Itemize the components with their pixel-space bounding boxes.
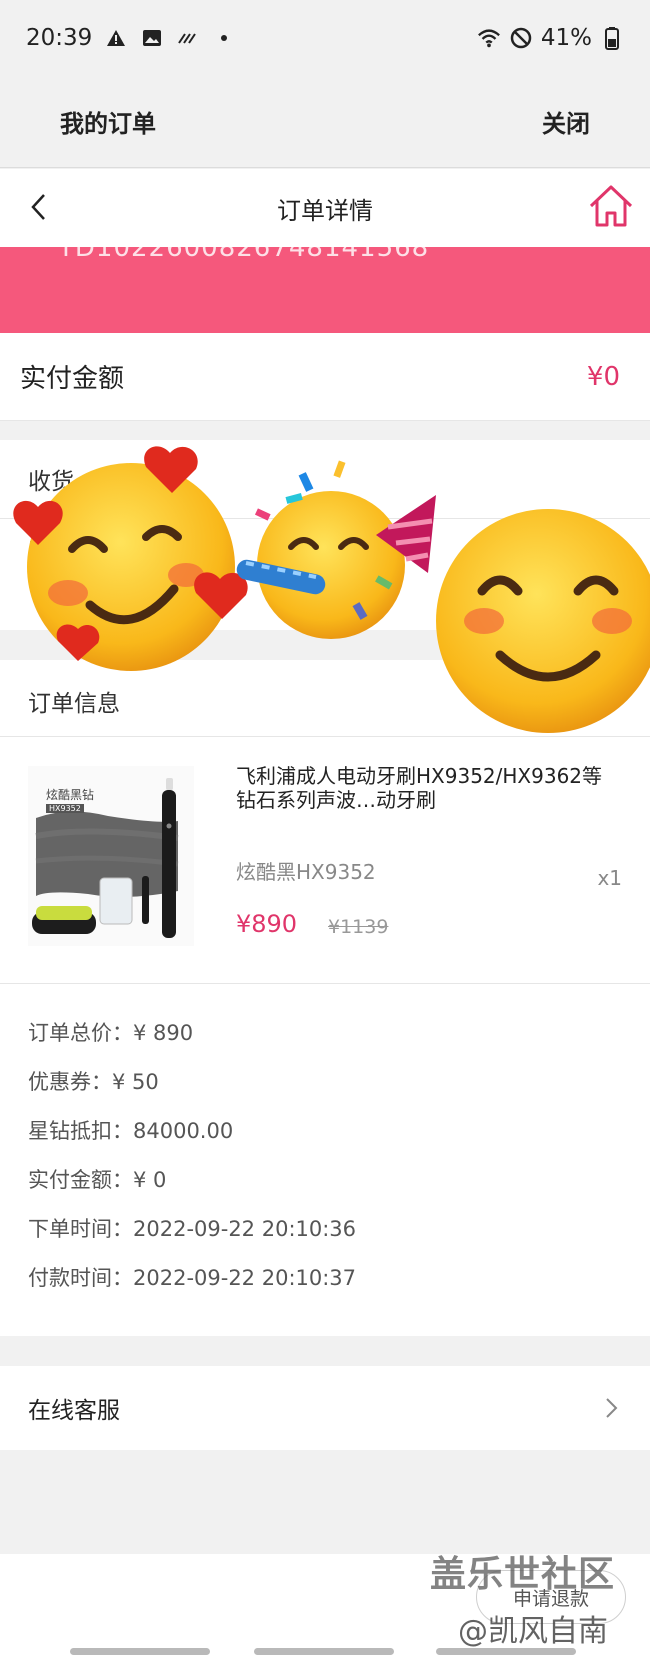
battery-percent: 41% bbox=[540, 25, 592, 51]
product-quantity: x1 bbox=[597, 866, 622, 890]
detail-value: ¥ 50 bbox=[112, 1070, 159, 1094]
product-image[interactable]: 炫酷黑钻 HX9352 bbox=[28, 766, 194, 946]
detail-value: 84000.00 bbox=[133, 1119, 234, 1143]
product-variant: 炫酷黑HX9352 bbox=[236, 860, 376, 884]
gesture-nav-bar bbox=[0, 1648, 650, 1656]
battery-icon bbox=[600, 26, 624, 50]
nav-pill[interactable] bbox=[436, 1648, 576, 1655]
wifi-icon bbox=[477, 26, 501, 50]
back-arrow-icon[interactable] bbox=[20, 187, 60, 227]
detail-value: 2022-09-22 20:10:36 bbox=[133, 1217, 357, 1241]
page-title: 我的订单 bbox=[60, 110, 156, 138]
chevron-right-icon bbox=[600, 1393, 622, 1423]
status-bar: 20:39 41% bbox=[0, 0, 650, 76]
signal-scribble-icon bbox=[176, 26, 200, 50]
watermark-community: 盖乐世社区 bbox=[430, 1554, 616, 1595]
divider bbox=[0, 983, 650, 984]
party-face-emoji-sticker bbox=[236, 455, 446, 665]
do-not-disturb-icon bbox=[509, 26, 533, 50]
detail-value: ¥ 890 bbox=[133, 1021, 194, 1045]
detail-label: 付款时间： bbox=[28, 1266, 133, 1290]
app-title-bar: 我的订单 关闭 bbox=[0, 76, 650, 168]
order-detail-list: 订单总价：¥ 890 优惠券：¥ 50 星钻抵扣：84000.00 实付金额：¥… bbox=[28, 1018, 356, 1312]
detail-row-order-time: 下单时间：2022-09-22 20:10:36 bbox=[28, 1214, 356, 1263]
order-info-title: 订单信息 bbox=[28, 691, 120, 717]
image-icon bbox=[140, 26, 164, 50]
order-info-card: 订单信息 炫酷黑钻 HX9352 飞利浦成人电动牙刷HX9352/HX9362等… bbox=[0, 660, 650, 1336]
order-number: TD1022600826748141568 bbox=[58, 247, 430, 263]
product-original-price: ¥1139 bbox=[328, 916, 389, 938]
paid-amount-value: ¥0 bbox=[586, 361, 620, 392]
product-price: ¥890 bbox=[236, 910, 298, 938]
detail-value: ¥ 0 bbox=[133, 1168, 167, 1192]
detail-label: 星钻抵扣： bbox=[28, 1119, 133, 1143]
home-icon[interactable] bbox=[586, 181, 636, 231]
dot-icon bbox=[212, 26, 236, 50]
detail-row-total: 订单总价：¥ 890 bbox=[28, 1018, 356, 1067]
product-image-model: HX9352 bbox=[46, 804, 84, 813]
detail-row-paid: 实付金额：¥ 0 bbox=[28, 1165, 356, 1214]
nav-pill[interactable] bbox=[70, 1648, 210, 1655]
detail-label: 优惠券： bbox=[28, 1070, 112, 1094]
nav-title: 订单详情 bbox=[277, 196, 373, 225]
detail-label: 订单总价： bbox=[28, 1021, 133, 1045]
online-service-label: 在线客服 bbox=[28, 1398, 120, 1424]
close-button[interactable]: 关闭 bbox=[542, 104, 590, 139]
order-status-banner: TD1022600826748141568 bbox=[0, 247, 650, 333]
paid-amount-row: 实付金额 ¥0 bbox=[0, 333, 650, 421]
online-service-row[interactable]: 在线客服 bbox=[0, 1366, 650, 1450]
detail-label: 实付金额： bbox=[28, 1168, 133, 1192]
watermark-author: @凯风自南 bbox=[458, 1614, 608, 1649]
detail-row-points: 星钻抵扣：84000.00 bbox=[28, 1116, 356, 1165]
product-name[interactable]: 飞利浦成人电动牙刷HX9352/HX9362等钻石系列声波…动牙刷 bbox=[236, 764, 616, 812]
smiling-hearts-emoji-sticker bbox=[6, 445, 256, 675]
clock: 20:39 bbox=[26, 25, 93, 51]
nav-bar: 订单详情 bbox=[0, 169, 650, 247]
detail-label: 下单时间： bbox=[28, 1217, 133, 1241]
paid-amount-label: 实付金额 bbox=[20, 364, 125, 394]
detail-row-coupon: 优惠券：¥ 50 bbox=[28, 1067, 356, 1116]
detail-value: 2022-09-22 20:10:37 bbox=[133, 1266, 357, 1290]
product-image-tag: 炫酷黑钻 bbox=[46, 788, 95, 802]
nav-pill[interactable] bbox=[254, 1648, 394, 1655]
smiling-face-emoji-sticker bbox=[428, 503, 650, 738]
warning-icon bbox=[104, 26, 128, 50]
detail-row-pay-time: 付款时间：2022-09-22 20:10:37 bbox=[28, 1263, 356, 1312]
